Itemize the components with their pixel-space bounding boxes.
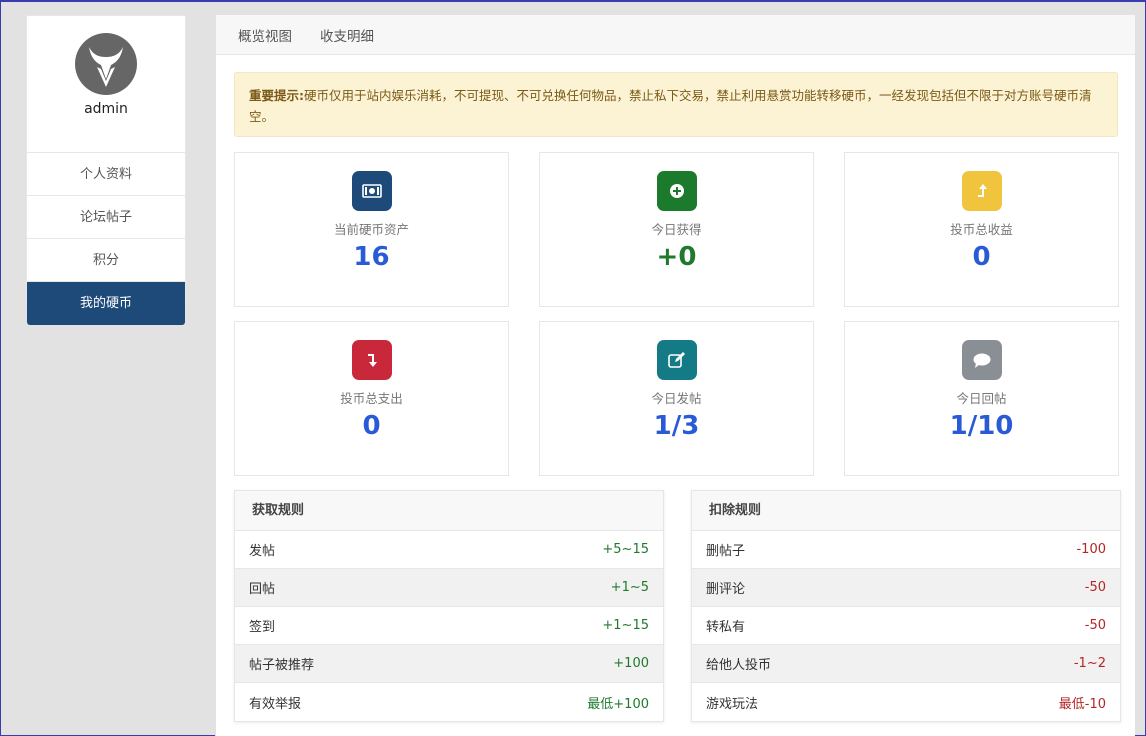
stat-label: 当前硬币资产 [333, 222, 409, 237]
stat-card-balance: 当前硬币资产 16 [234, 152, 509, 307]
stat-card-today-posts: 今日发帖 1/3 [539, 321, 814, 476]
stat-label: 今日获得 [651, 222, 702, 237]
stat-label: 今日发帖 [651, 391, 702, 406]
rule-name: 转私有 [706, 620, 746, 635]
table-row: 帖子被推荐 +100 [235, 645, 663, 683]
rule-value: -1~2 [1073, 656, 1106, 671]
rule-name: 游戏玩法 [706, 696, 759, 712]
table-row: 转私有 -50 [692, 607, 1120, 645]
stat-card-today-earned: 今日获得 +0 [539, 152, 814, 307]
money-icon [351, 171, 392, 211]
stat-value: 0 [972, 242, 991, 272]
table-row: 发帖 +5~15 [235, 531, 663, 569]
rule-value: -100 [1076, 542, 1106, 557]
rule-value: +1~5 [610, 580, 649, 595]
table-row: 删评论 -50 [692, 569, 1120, 607]
stat-card-total-income: 投币总收益 0 [844, 152, 1119, 307]
earn-rules-title: 获取规则 [235, 491, 663, 531]
table-row: 有效举报 最低+100 [235, 683, 663, 721]
tab-transactions[interactable]: 收支明细 [320, 25, 374, 45]
notice-text: 硬币仅用于站内娱乐消耗，不可提现、不可兑换任何物品，禁止私下交易，禁止利用悬赏功… [249, 88, 1092, 124]
comment-icon [961, 340, 1002, 380]
tab-bar: 概览视图 收支明细 [216, 15, 1135, 55]
rule-value: +1~15 [602, 618, 649, 633]
sidebar: admin 个人资料 论坛帖子 积分 我的硬币 [26, 15, 186, 325]
rule-value: +100 [613, 656, 649, 671]
table-row: 给他人投币 -1~2 [692, 645, 1120, 683]
notice-title: 重要提示: [249, 88, 304, 103]
stat-label: 今日回帖 [956, 391, 1007, 406]
stat-value: 16 [353, 242, 390, 272]
arrow-down-icon [351, 340, 392, 380]
rule-name: 回帖 [249, 582, 276, 597]
rule-name: 帖子被推荐 [249, 658, 315, 673]
rule-name: 删评论 [706, 582, 746, 597]
rule-name: 删帖子 [706, 544, 746, 559]
deduct-rules-panel: 扣除规则 删帖子 -100 删评论 -50 转私有 -50 给他人投币 -1~2 游戏玩… [691, 490, 1121, 722]
bull-logo-icon [89, 47, 123, 87]
tab-overview[interactable]: 概览视图 [238, 25, 292, 45]
stat-value: 0 [362, 411, 381, 441]
avatar[interactable] [75, 33, 137, 95]
rule-value: 最低+100 [587, 696, 649, 712]
rule-name: 发帖 [249, 544, 276, 559]
rule-value: 最低-10 [1058, 696, 1106, 712]
rule-name: 有效举报 [249, 696, 302, 712]
table-row: 删帖子 -100 [692, 531, 1120, 569]
arrow-up-icon [961, 171, 1002, 211]
table-row: 游戏玩法 最低-10 [692, 683, 1120, 721]
rule-value: -50 [1084, 618, 1106, 633]
stat-value: 1/3 [653, 411, 700, 441]
stat-value: 1/10 [949, 411, 1014, 441]
rule-value: -50 [1084, 580, 1106, 595]
profile-block: admin [27, 33, 185, 153]
rule-name: 签到 [249, 620, 276, 635]
stat-card-total-expense: 投币总支出 0 [234, 321, 509, 476]
stat-label: 投币总支出 [340, 391, 403, 406]
sidebar-item-coins[interactable]: 我的硬币 [27, 282, 185, 325]
table-row: 回帖 +1~5 [235, 569, 663, 607]
notice-box: 重要提示:硬币仅用于站内娱乐消耗，不可提现、不可兑换任何物品，禁止私下交易，禁止… [234, 72, 1118, 137]
stat-label: 投币总收益 [950, 222, 1013, 237]
plus-circle-icon [656, 171, 697, 211]
earn-rules-panel: 获取规则 发帖 +5~15 回帖 +1~5 签到 +1~15 帖子被推荐 +100 有效… [234, 490, 664, 722]
sidebar-item-points[interactable]: 积分 [27, 239, 185, 282]
deduct-rules-title: 扣除规则 [692, 491, 1120, 531]
stat-card-today-replies: 今日回帖 1/10 [844, 321, 1119, 476]
username: admin [84, 101, 128, 117]
rule-name: 给他人投币 [706, 658, 772, 673]
main-panel: 概览视图 收支明细 重要提示:硬币仅用于站内娱乐消耗，不可提现、不可兑换任何物品… [215, 15, 1135, 736]
stat-value: +0 [656, 242, 697, 272]
table-row: 签到 +1~15 [235, 607, 663, 645]
edit-icon [656, 340, 697, 380]
sidebar-item-profile[interactable]: 个人资料 [27, 153, 185, 196]
rule-value: +5~15 [602, 542, 649, 557]
sidebar-item-posts[interactable]: 论坛帖子 [27, 196, 185, 239]
